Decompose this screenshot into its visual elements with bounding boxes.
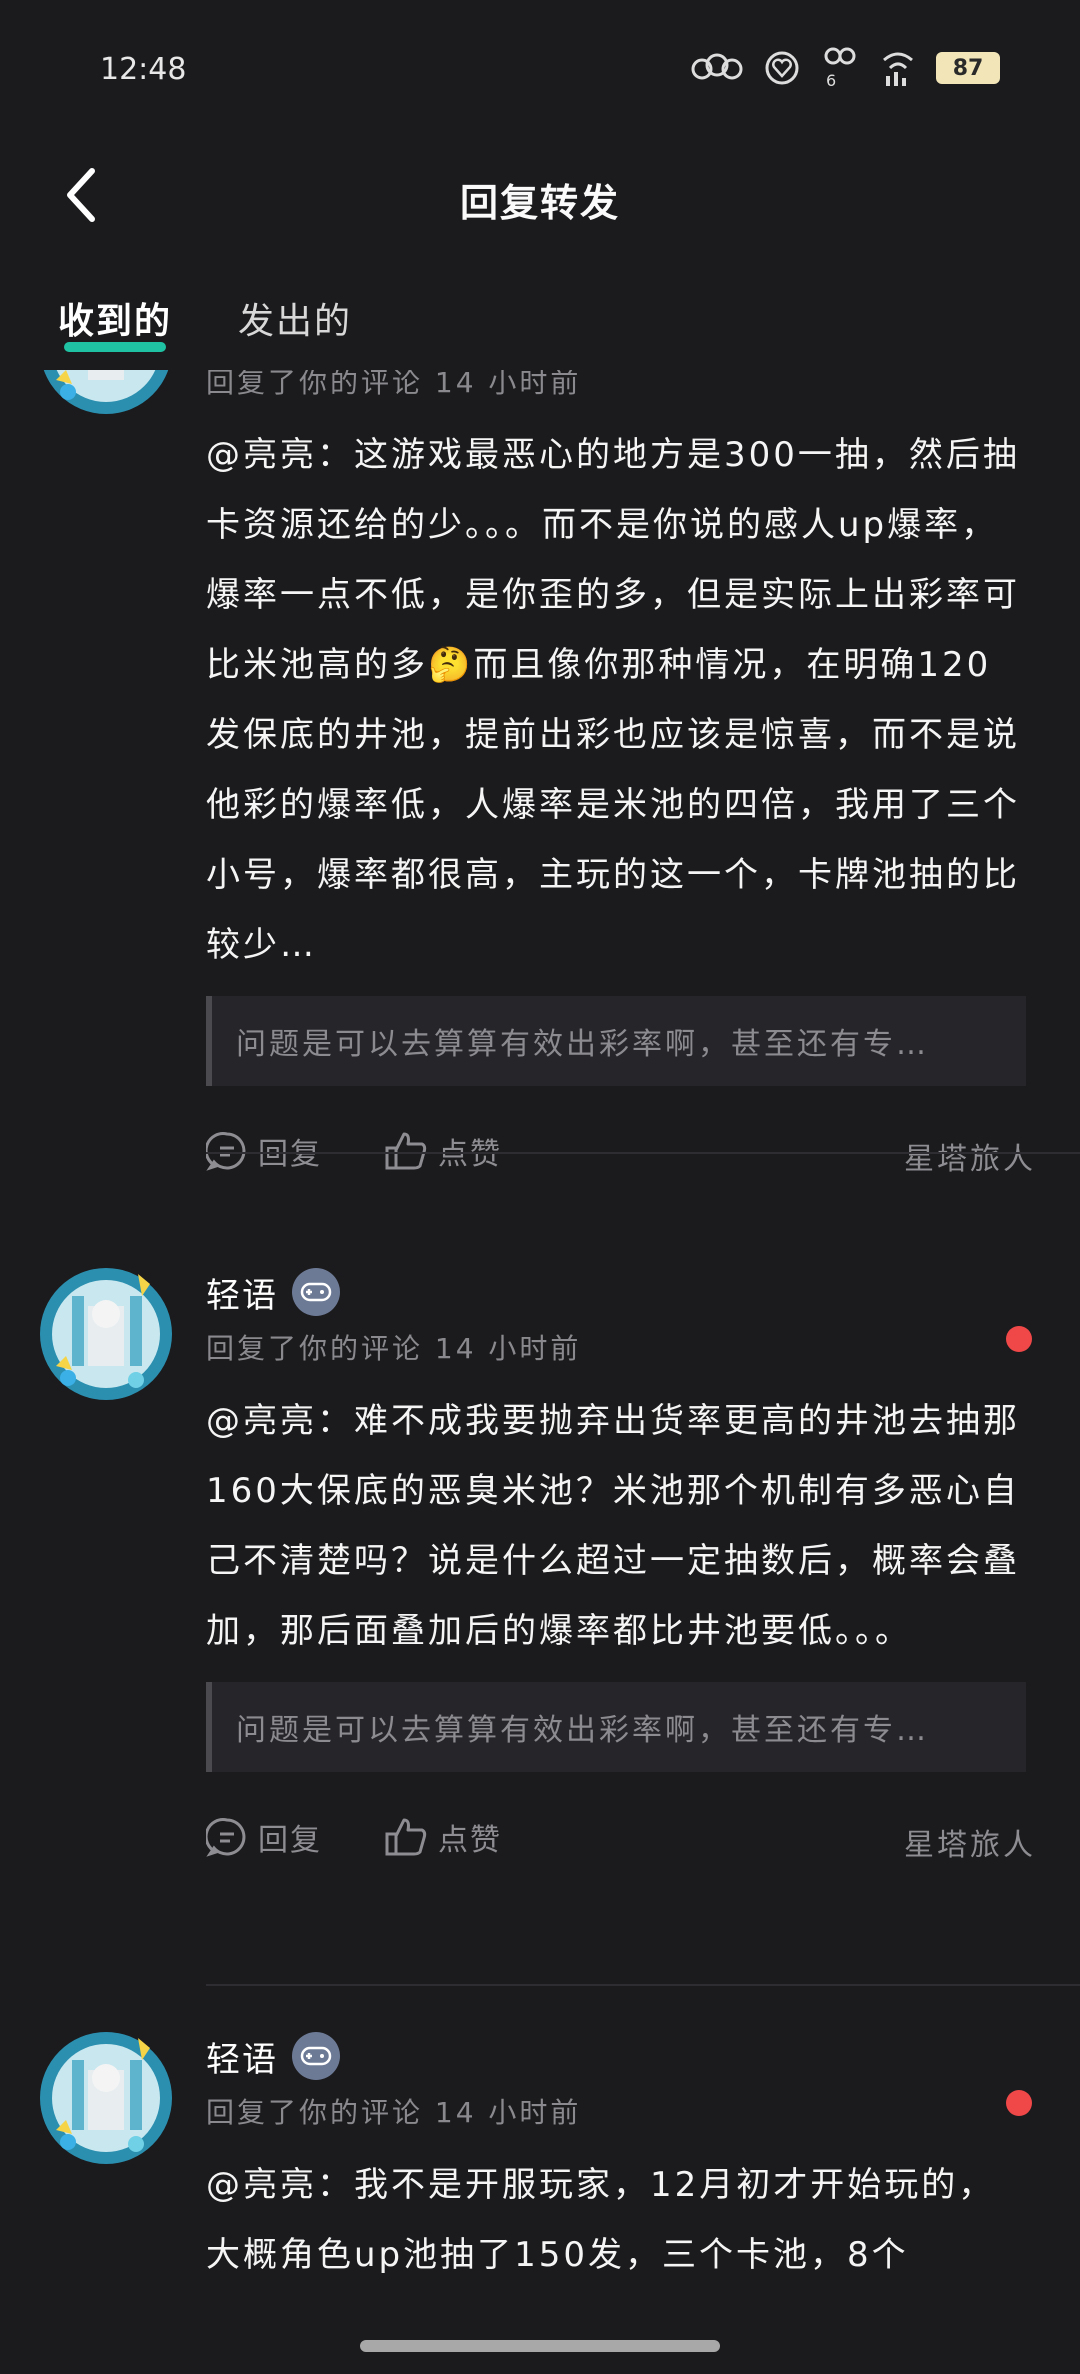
reply-list[interactable]: 回复了你的评论 14 小时前 @亮亮：这游戏最恶心的地方是300一抽，然后抽卡资…: [0, 370, 1080, 2330]
like-button[interactable]: 点赞: [384, 1815, 502, 1859]
like-button[interactable]: 点赞: [384, 1129, 502, 1173]
wifi-icon: [883, 52, 913, 86]
username-row: 轻语: [206, 2030, 1036, 2082]
thumbs-up-icon: [385, 1818, 427, 1856]
notification-icon: [691, 53, 743, 80]
reply-label: 回复: [258, 1137, 322, 1172]
page-title: 回复转发: [459, 181, 620, 225]
comment-text[interactable]: @亮亮：难不成我要抛弃出货率更高的井池去抽那160大保底的恶臭米池？米池那个机制…: [206, 1386, 1026, 1666]
quoted-comment-text: 问题是可以去算算有效出彩率啊，甚至还有专…: [236, 1027, 929, 1062]
source-game[interactable]: 星塔旅人: [904, 1820, 1036, 1864]
comment-meta: 回复了你的评论 14 小时前: [206, 2096, 582, 2129]
quoted-comment[interactable]: 问题是可以去算算有效出彩率啊，甚至还有专…: [206, 1682, 1026, 1772]
tab-sent-label: 发出的: [238, 301, 353, 342]
tab-received-label: 收到的: [58, 301, 173, 342]
thumbs-up-icon: [385, 1132, 427, 1170]
quoted-comment[interactable]: 问题是可以去算算有效出彩率啊，甚至还有专…: [206, 996, 1026, 1086]
gamepad-icon: [300, 1282, 332, 1302]
status-bar: 12:48 6 87: [0, 0, 1080, 130]
nfc-icon: 6: [824, 47, 856, 90]
username-row: 轻语: [206, 1266, 1036, 1318]
status-time: 12:48: [100, 52, 187, 87]
reply-forward-screen: 12:48 6 87 回复转发 收到的 发出的 回复了你的评论 14 小时前 @…: [0, 0, 1080, 2374]
divider: [206, 1152, 1080, 1154]
comment-icon: [206, 1132, 246, 1171]
unread-dot: [1006, 1326, 1032, 1352]
comment-meta: 回复了你的评论 14 小时前: [206, 370, 582, 399]
reply-label: 回复: [258, 1823, 322, 1858]
avatar[interactable]: [38, 370, 174, 416]
tab-sent[interactable]: 发出的: [238, 292, 352, 344]
username[interactable]: 轻语: [206, 1268, 278, 1317]
comment-meta: 回复了你的评论 14 小时前: [206, 1332, 582, 1365]
active-tab-indicator: [64, 342, 167, 352]
status-icons: 6 87: [690, 46, 1000, 90]
tab-received[interactable]: 收到的: [58, 292, 173, 352]
avatar[interactable]: [38, 2030, 174, 2166]
reply-button[interactable]: 回复: [206, 1129, 322, 1173]
unread-dot: [1006, 2090, 1032, 2116]
reply-button[interactable]: 回复: [206, 1815, 322, 1859]
gamepad-icon: [300, 2046, 332, 2066]
source-game[interactable]: 星塔旅人: [904, 1134, 1036, 1178]
heart-icon: [765, 51, 799, 85]
home-indicator[interactable]: [360, 2340, 720, 2352]
like-label: 点赞: [438, 1823, 502, 1858]
comment-icon: [206, 1818, 246, 1857]
comment-text[interactable]: @亮亮：我不是开服玩家，12月初才开始玩的，大概角色up池抽了150发，三个卡池…: [206, 2150, 1026, 2290]
like-label: 点赞: [438, 1137, 502, 1172]
battery-indicator: 87: [936, 52, 1000, 84]
username[interactable]: 轻语: [206, 2032, 278, 2081]
divider: [206, 1984, 1080, 1986]
comment-actions: 回复 点赞 星塔旅人: [206, 1126, 1036, 1178]
signal-label: 6: [826, 71, 836, 90]
comment-text[interactable]: @亮亮：这游戏最恶心的地方是300一抽，然后抽卡资源还给的少。。。而不是你说的感…: [206, 420, 1026, 980]
tab-bar: 收到的 发出的: [58, 292, 352, 352]
comment-actions: 回复 点赞 星塔旅人: [206, 1812, 1036, 1864]
game-badge: [292, 1268, 340, 1316]
page-header: 回复转发: [0, 150, 1080, 240]
game-badge: [292, 2032, 340, 2080]
quoted-comment-text: 问题是可以去算算有效出彩率啊，甚至还有专…: [236, 1713, 929, 1748]
avatar[interactable]: [38, 1266, 174, 1402]
